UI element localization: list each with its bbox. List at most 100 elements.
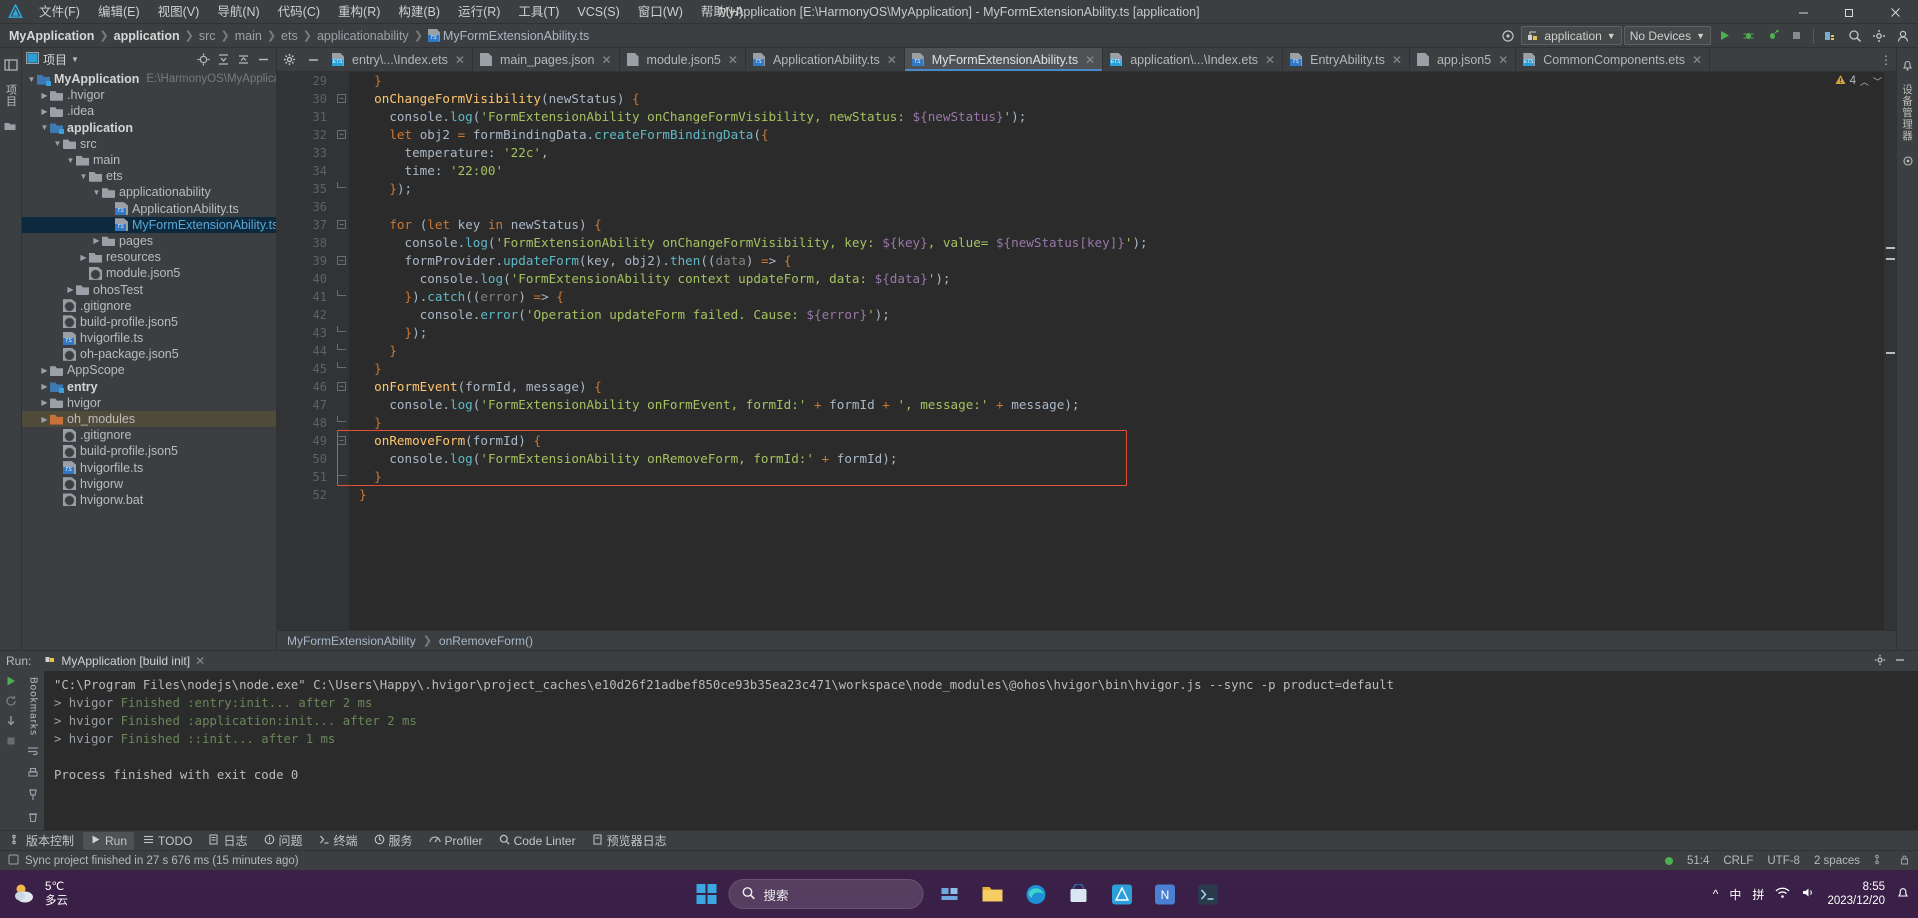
tree-node-hvigorfile-ts[interactable]: TS hvigorfile.ts [22, 460, 276, 476]
run-icon[interactable] [1713, 25, 1735, 47]
fold-collapse-icon[interactable]: − [337, 256, 346, 265]
tool-window--[interactable]: 日志 [201, 832, 254, 850]
structure-icon[interactable] [2, 117, 20, 135]
code-line[interactable]: console.log('FormExtensionAbility onChan… [359, 234, 1896, 252]
store-icon[interactable] [1062, 877, 1096, 911]
sidebar-item-project[interactable]: 项目 [3, 78, 19, 113]
fold-collapse-icon[interactable]: − [337, 130, 346, 139]
breadcrumb-src[interactable]: src [196, 29, 219, 43]
tree-node--hvigor[interactable]: ▶ .hvigor [22, 87, 276, 103]
code-line[interactable]: } [359, 468, 1896, 486]
code-line[interactable]: console.log('FormExtensionAbility onForm… [359, 396, 1896, 414]
wrap-icon[interactable] [27, 745, 39, 760]
hide-panel-icon[interactable] [255, 51, 272, 68]
tree-node--gitignore[interactable]: .gitignore [22, 298, 276, 314]
chevron-right-icon[interactable]: ▶ [91, 236, 102, 245]
chevron-down-icon[interactable]: ▼ [78, 172, 89, 181]
breadcrumb-application[interactable]: application [111, 29, 183, 43]
inspection-status[interactable]: 4 ︿ ﹀ [1835, 74, 1882, 88]
wifi-icon[interactable] [1775, 886, 1790, 902]
taskbar-clock[interactable]: 8:55 2023/12/20 [1827, 880, 1885, 908]
prev-problem-icon[interactable]: ︿ [1860, 75, 1869, 88]
tree-node-build-profile-json5[interactable]: build-profile.json5 [22, 314, 276, 330]
taskbar-search-input[interactable]: 搜索 [728, 879, 924, 909]
stop-run-icon[interactable] [5, 735, 17, 750]
locate-file-icon[interactable] [195, 51, 212, 68]
tree-node-build-profile-json5[interactable]: build-profile.json5 [22, 443, 276, 459]
run-panel-gear-icon[interactable] [1874, 654, 1886, 669]
project-tree[interactable]: ▼ MyApplication E:\HarmonyOS\MyApplication… [22, 70, 276, 650]
code-editor[interactable]: 29 30 31 32 33 34 35 36 37 38 39 40 41 42 43 44 45 46 47 48… [277, 72, 1896, 630]
search-everywhere-icon[interactable] [1844, 25, 1866, 47]
expand-all-icon[interactable] [215, 51, 232, 68]
tree-node-myformextensionability-ts[interactable]: TS MyFormExtensionAbility.ts [22, 216, 276, 233]
menu-tools[interactable]: 工具(T) [509, 0, 568, 24]
menu-window[interactable]: 窗口(W) [629, 0, 692, 24]
tree-node-application[interactable]: ▼ application [22, 120, 276, 136]
file-explorer-icon[interactable] [976, 877, 1010, 911]
close-icon[interactable]: ✕ [1265, 53, 1275, 67]
code-line[interactable]: }); [359, 324, 1896, 342]
editor-tab-commoncomponents-ets[interactable]: ETS CommonComponents.ets ✕ [1516, 48, 1711, 71]
tray-chevron-icon[interactable]: ^ [1713, 887, 1719, 901]
breadcrumb-main[interactable]: main [232, 29, 265, 43]
tree-node-hvigor[interactable]: ▶ hvigor [22, 395, 276, 411]
volume-icon[interactable] [1801, 886, 1816, 902]
tree-node-module-json5[interactable]: module.json5 [22, 265, 276, 281]
taskbar-weather-widget[interactable]: 5℃ 多云 [0, 880, 68, 908]
fold-end-icon[interactable] [337, 470, 346, 476]
device-manager-icon[interactable] [1820, 25, 1842, 47]
close-icon[interactable]: ✕ [728, 53, 738, 67]
collapse-all-icon[interactable] [235, 51, 252, 68]
fold-end-icon[interactable] [337, 362, 346, 368]
close-icon[interactable]: ✕ [1692, 53, 1702, 67]
tool-window--[interactable]: 问题 [257, 832, 310, 850]
code-line[interactable]: }).catch((error) => { [359, 288, 1896, 306]
code-line[interactable]: time: '22:00' [359, 162, 1896, 180]
device-select[interactable]: No Devices ▼ [1623, 26, 1711, 45]
menu-vcs[interactable]: VCS(S) [568, 0, 628, 24]
account-icon[interactable] [1892, 25, 1914, 47]
chevron-down-icon[interactable]: ▼ [71, 55, 79, 64]
menu-refactor[interactable]: 重构(R) [329, 0, 389, 24]
code-line[interactable]: } [359, 360, 1896, 378]
menu-navigate[interactable]: 导航(N) [208, 0, 268, 24]
fold-end-icon[interactable] [337, 416, 346, 422]
pin-icon[interactable] [27, 789, 39, 804]
tree-node--idea[interactable]: ▶ .idea [22, 103, 276, 119]
close-icon[interactable]: ✕ [195, 654, 205, 668]
editor-tab-application-index-ets[interactable]: ETS application\...\Index.ets ✕ [1103, 48, 1284, 71]
fold-end-icon[interactable] [337, 290, 346, 296]
menu-view[interactable]: 视图(V) [149, 0, 209, 24]
menu-build[interactable]: 构建(B) [389, 0, 449, 24]
editor-tab-entryability-ts[interactable]: TS EntryAbility.ts ✕ [1283, 48, 1410, 71]
code-line[interactable]: formProvider.updateForm(key, obj2).then(… [359, 252, 1896, 270]
code-line[interactable]: }); [359, 180, 1896, 198]
app-n-icon[interactable]: N [1148, 877, 1182, 911]
tool-window--[interactable]: 预览器日志 [585, 832, 674, 850]
editor-tab-app-json5[interactable]: app.json5 ✕ [1410, 48, 1517, 71]
indent-setting[interactable]: 2 spaces [1814, 855, 1860, 867]
close-icon[interactable]: ✕ [601, 53, 611, 67]
tree-node-main[interactable]: ▼ main [22, 152, 276, 168]
tree-node-oh-package-json5[interactable]: oh-package.json5 [22, 346, 276, 362]
code-folding-column[interactable]: − − − − − − [335, 72, 349, 630]
tool-window--[interactable]: 版本控制 [4, 832, 81, 850]
close-icon[interactable]: ✕ [1085, 53, 1095, 67]
deveco-icon[interactable] [1105, 877, 1139, 911]
run-panel-minimize-icon[interactable] [1894, 654, 1906, 669]
editor-tab-main-pages-json[interactable]: main_pages.json ✕ [473, 48, 620, 71]
close-button[interactable] [1872, 0, 1918, 24]
tool-window--[interactable]: 终端 [312, 832, 365, 850]
tree-node-resources[interactable]: ▶ resources [22, 249, 276, 265]
editor-tab-module-json5[interactable]: module.json5 ✕ [620, 48, 746, 71]
code-line[interactable]: } [359, 486, 1896, 504]
bookmarks-label[interactable]: Bookmarks [28, 677, 39, 736]
menu-file[interactable]: 文件(F) [30, 0, 89, 24]
tree-node-entry[interactable]: ▶ entry [22, 379, 276, 395]
code-line[interactable]: } [359, 342, 1896, 360]
menu-edit[interactable]: 编辑(E) [89, 0, 149, 24]
tree-node-applicationability-ts[interactable]: TS ApplicationAbility.ts [22, 201, 276, 217]
file-encoding[interactable]: UTF-8 [1767, 855, 1800, 867]
profile-icon[interactable] [1761, 25, 1783, 47]
